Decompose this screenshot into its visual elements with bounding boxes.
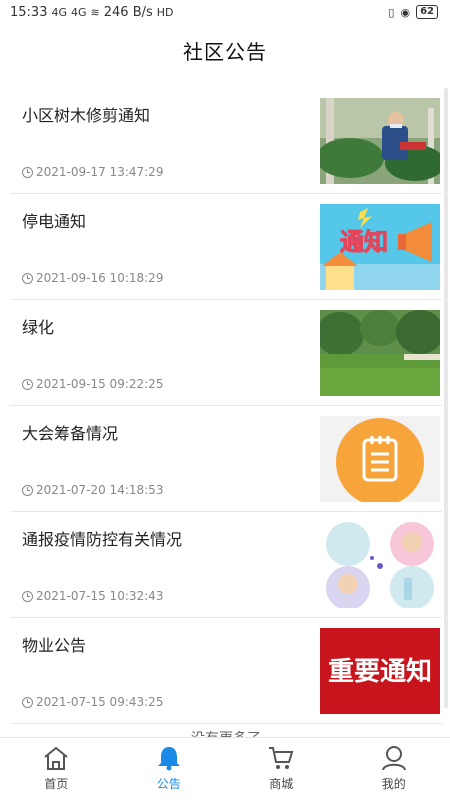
notice-title: 通报疫情防控有关情况 <box>22 530 183 549</box>
important-banner-text: 重要通知 <box>328 657 432 687</box>
notice-timestamp: 2021-07-20 14:18:53 <box>36 483 164 497</box>
notice-time: 2021-09-16 10:18:29 <box>22 271 163 285</box>
notice-title: 绿化 <box>22 318 55 337</box>
bell-icon <box>157 747 180 771</box>
vibrate-icon: ▯ <box>388 5 395 19</box>
tab-notice[interactable]: 公告 <box>113 738 226 800</box>
tab-home[interactable]: 首页 <box>0 738 113 800</box>
signal-icon-2: 4G <box>71 5 87 19</box>
tree-trimming-photo <box>320 98 440 184</box>
tab-label: 首页 <box>44 777 69 791</box>
notice-megaphone-image: 通知 <box>320 204 440 290</box>
notice-badge-text: 通知 <box>340 228 388 256</box>
clock-icon <box>22 484 33 496</box>
list-item[interactable]: 大会筹备情况 2021-07-20 14:18:53 <box>10 406 442 512</box>
clock-icon <box>22 696 33 708</box>
tab-label: 商城 <box>269 777 294 791</box>
notice-timestamp: 2021-09-16 10:18:29 <box>36 271 164 285</box>
list-item[interactable]: 小区树木修剪通知 2021-09-17 13:47:29 <box>10 88 442 194</box>
clock-icon <box>22 272 33 284</box>
handwashing-kids-image <box>320 522 440 608</box>
bottom-tab-bar: 首页 公告 商城 我的 <box>0 737 450 800</box>
list-item[interactable]: 通报疫情防控有关情况 2021-07-15 10:32:43 <box>10 512 442 618</box>
signal-icon: 4G <box>51 5 67 19</box>
notice-title: 小区树木修剪通知 <box>22 106 151 125</box>
notice-timestamp: 2021-07-15 10:32:43 <box>36 589 164 603</box>
orange-notepad-icon <box>320 416 440 502</box>
tab-mine[interactable]: 我的 <box>338 738 450 800</box>
clock-icon <box>22 378 33 390</box>
tab-mall[interactable]: 商城 <box>225 738 338 800</box>
notice-title: 大会筹备情况 <box>22 424 119 443</box>
home-icon <box>44 746 68 770</box>
battery-icon: 62 <box>416 5 438 19</box>
tab-label: 公告 <box>156 777 181 791</box>
notice-title: 物业公告 <box>22 636 87 655</box>
notice-title: 停电通知 <box>22 212 87 231</box>
notice-time: 2021-09-17 13:47:29 <box>22 165 163 179</box>
notice-timestamp: 2021-07-15 09:43:25 <box>36 695 164 709</box>
list-item[interactable]: 停电通知 2021-09-16 10:18:29 通知 <box>10 194 442 300</box>
status-bar: 15:33 4G 4G ≋ 246 B/s HD ▯ ◉ 62 <box>0 0 450 24</box>
wifi-icon: ≋ <box>90 5 100 19</box>
notice-time: 2021-07-15 09:43:25 <box>22 695 163 709</box>
notice-time: 2021-09-15 09:22:25 <box>22 377 163 391</box>
page-title: 社区公告 <box>183 39 267 64</box>
notice-timestamp: 2021-09-17 13:47:29 <box>36 165 164 179</box>
status-time: 15:33 <box>10 4 48 20</box>
list-item[interactable]: 绿化 2021-09-15 09:22:25 <box>10 300 442 406</box>
scrollbar[interactable] <box>444 88 448 708</box>
cart-icon <box>269 747 294 769</box>
user-icon <box>381 746 406 771</box>
page-header: 社区公告 <box>0 24 450 76</box>
tab-label: 我的 <box>381 777 406 791</box>
notice-time: 2021-07-20 14:18:53 <box>22 483 163 497</box>
notice-timestamp: 2021-09-15 09:22:25 <box>36 377 164 391</box>
park-lawn-photo <box>320 310 440 396</box>
important-notice-banner: 重要通知 <box>320 628 440 714</box>
network-speed: 246 B/s <box>103 4 153 20</box>
list-item[interactable]: 物业公告 2021-07-15 09:43:25 重要通知 <box>10 618 442 724</box>
notice-list[interactable]: 小区树木修剪通知 2021-09-17 13:47:29 停电通知 2021-0… <box>10 88 442 740</box>
hd-icon: HD <box>156 5 174 19</box>
clock-icon <box>22 166 33 178</box>
clock-icon <box>22 590 33 602</box>
alarm-icon: ◉ <box>400 5 411 19</box>
notice-time: 2021-07-15 10:32:43 <box>22 589 163 603</box>
